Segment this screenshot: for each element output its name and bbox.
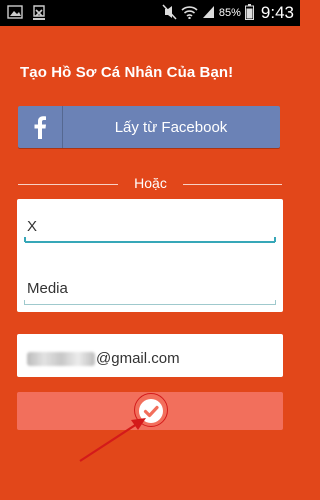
annotation-arrow bbox=[79, 418, 146, 462]
